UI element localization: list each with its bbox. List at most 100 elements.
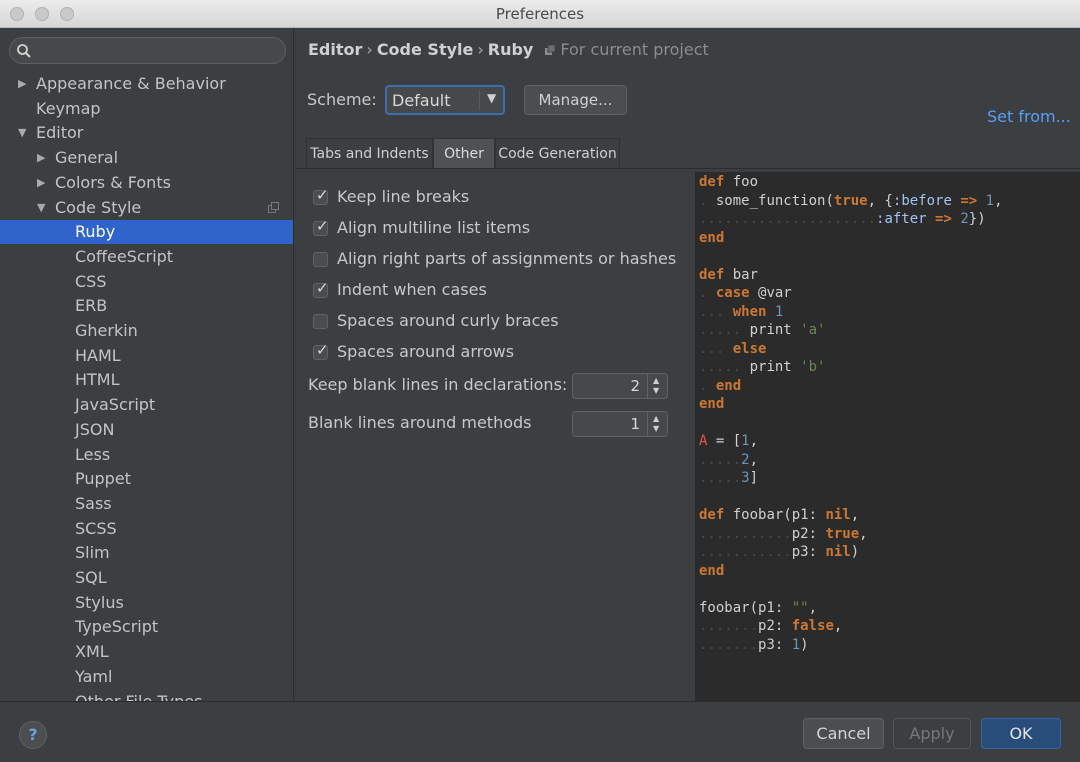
tree-item[interactable]: SQL [0,566,293,590]
tree-item[interactable]: Slim [0,541,293,565]
tree-item[interactable]: ▼ Editor [0,121,293,145]
code-line: ..... print 'a' [699,321,825,339]
tree-item[interactable]: Keymap [0,97,293,121]
tree-item-label: JSON [75,419,115,439]
code-token: , [808,599,818,616]
settings-search-box[interactable] [9,37,286,64]
code-token: p2: [791,525,826,542]
chevron-down-icon[interactable]: ▼ [18,121,26,145]
cancel-button[interactable]: Cancel [803,718,884,749]
code-line: A = [1, [699,432,758,450]
tree-item-label: Less [75,444,111,464]
chevron-right-icon[interactable]: ▶ [37,171,45,195]
increment-icon[interactable]: ▲ [653,377,659,385]
tree-item[interactable]: TypeScript [0,615,293,639]
set-from-link[interactable]: Set from... [987,107,1071,126]
tab-code-generation[interactable]: Code Generation [495,138,620,168]
code-token: ....... [699,636,759,653]
code-line: foobar(p1: "", [699,599,817,617]
code-token: , [850,507,860,523]
option-checkbox[interactable]: ✓ [313,341,329,360]
number-spinner[interactable]: 1 ▲ ▼ [572,411,668,437]
tree-item[interactable]: JSON [0,418,293,442]
option-label: Align right parts of assignments or hash… [337,249,677,268]
tree-item[interactable]: CSS [0,270,293,294]
tree-item-label: Gherkin [75,321,138,340]
search-input[interactable] [36,40,276,60]
breadcrumb: Editor › Code Style › Ruby For current projec… [308,40,709,59]
checkmark-icon: ✓ [316,217,329,235]
code-token: ..................... [699,211,877,227]
tree-item[interactable]: Puppet [0,467,293,491]
tree-item[interactable]: SCSS [0,517,293,541]
spinner-arrows: ▲ ▼ [647,412,667,436]
tree-item[interactable]: HAML [0,344,293,368]
tree-item[interactable]: Other File Types [0,690,293,702]
code-token: print [741,359,801,375]
spinner-value[interactable]: 2 [630,377,640,395]
code-token: => [960,192,978,209]
decrement-icon[interactable]: ▼ [653,387,659,395]
checkmark-icon: ✓ [316,341,329,359]
chevron-down-icon[interactable]: ▼ [37,196,45,220]
code-token: , [994,192,1003,209]
code-token: , [833,618,843,634]
spinner-value[interactable]: 1 [630,415,640,433]
tree-item[interactable]: Yaml [0,665,293,689]
option-checkbox[interactable] [313,252,328,267]
code-token: , { [867,192,893,209]
tree-item[interactable]: Sass [0,492,293,516]
code-token: , [859,525,868,542]
code-token: :before [892,192,952,209]
code-token: def [699,507,725,523]
tab-other[interactable]: Other [433,138,495,168]
tree-item-label: Appearance & Behavior [36,74,226,93]
option-checkbox[interactable]: ✓ [313,217,329,236]
increment-icon[interactable]: ▲ [653,415,659,423]
tree-item[interactable]: Ruby [0,220,293,245]
code-token: 2 [741,451,750,468]
tree-item[interactable]: JavaScript [0,393,293,417]
decrement-icon[interactable]: ▼ [653,425,659,433]
code-line: ...........p3: nil) [699,543,859,561]
tree-item-label: General [55,148,119,168]
number-spinner[interactable]: 2 ▲ ▼ [572,373,668,399]
checkmark-icon: ✓ [316,279,329,297]
tree-item-label: JavaScript [75,395,156,415]
tree-item[interactable]: ▶ Colors & Fonts [0,171,293,195]
option-checkbox[interactable]: ✓ [313,279,329,298]
option-checkbox[interactable] [313,314,328,329]
tree-item[interactable]: ▶ Appearance & Behavior [0,72,293,96]
tree-item[interactable]: Less [0,443,293,467]
tree-item[interactable]: CoffeeScript [0,245,293,269]
tree-item-label: Code Style [55,197,142,217]
code-token: , [749,451,759,468]
tree-item-label: Editor [36,123,84,143]
tree-item[interactable]: ▼ Code Style [0,196,293,220]
help-button[interactable]: ? [19,721,47,749]
chevron-right-icon[interactable]: ▶ [18,72,26,96]
option-checkbox[interactable]: ✓ [313,186,329,205]
tab-tabs-and-indents[interactable]: Tabs and Indents [306,138,433,168]
tree-item-label: Keymap [36,98,101,118]
options-panel: ✓ Keep line breaks ✓ Align multiline list i… [296,172,694,701]
tree-item[interactable]: Gherkin [0,319,293,343]
code-token: 1 [791,636,801,653]
spinner-label: Keep blank lines in declarations: [308,375,568,394]
code-token: def [699,174,725,190]
code-token: 1 [774,303,784,320]
tree-item[interactable]: Stylus [0,591,293,615]
chevron-right-icon[interactable]: ▶ [37,146,45,170]
apply-button[interactable]: Apply [893,718,971,749]
tree-item[interactable]: XML [0,640,293,664]
copy-icon [268,201,279,213]
tree-item[interactable]: HTML [0,368,293,392]
scheme-select[interactable]: Default ▼ [385,85,505,115]
manage-button[interactable]: Manage... [524,85,627,115]
ok-button[interactable]: OK [981,718,1061,749]
tree-item[interactable]: ▶ General [0,146,293,170]
tree-item[interactable]: ERB [0,294,293,318]
